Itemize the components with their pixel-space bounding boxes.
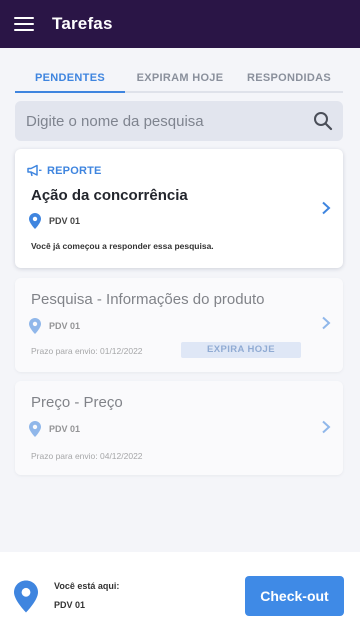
- app-bar: Tarefas: [0, 0, 360, 48]
- tab-respondidas[interactable]: RESPONDIDAS: [235, 48, 343, 91]
- survey-title: Pesquisa - Informações do produto: [31, 291, 265, 308]
- tab-pendentes[interactable]: PENDENTES: [15, 48, 125, 93]
- tag-label: REPORTE: [47, 164, 102, 177]
- store-label: PDV 01: [49, 321, 81, 331]
- checkout-footer: Você está aqui: PDV 01 Check-out: [0, 552, 360, 640]
- page-title: Tarefas: [52, 14, 113, 33]
- expires-today-badge: EXPIRA HOJE: [181, 342, 301, 358]
- survey-title: Ação da concorrência: [31, 187, 188, 204]
- chevron-right-icon: [322, 201, 331, 215]
- checkout-button[interactable]: Check-out: [245, 576, 344, 616]
- location-pin-icon: [29, 318, 41, 334]
- deadline-text: Prazo para envio: 01/12/2022: [31, 346, 143, 356]
- progress-note: Você já começou a responder essa pesquis…: [31, 241, 214, 251]
- store-label: PDV 01: [49, 216, 81, 226]
- tab-expiram-hoje[interactable]: EXPIRAM HOJE: [125, 48, 235, 91]
- chevron-right-icon: [322, 420, 331, 434]
- store-location: PDV 01: [29, 421, 80, 437]
- survey-card-preco[interactable]: Preço - Preço PDV 01 Prazo para envio: 0…: [15, 381, 343, 475]
- location-pin-icon: [29, 213, 41, 229]
- store-label: PDV 01: [49, 424, 81, 434]
- store-location: PDV 01: [29, 318, 80, 334]
- megaphone-icon: [27, 164, 42, 177]
- survey-card-informacoes-produto[interactable]: Pesquisa - Informações do produto PDV 01…: [15, 278, 343, 372]
- search-icon[interactable]: [313, 111, 333, 131]
- chevron-right-icon: [322, 316, 331, 330]
- deadline-text: Prazo para envio: 04/12/2022: [31, 451, 143, 461]
- location-pin-icon: [29, 421, 41, 437]
- report-tag: REPORTE: [27, 164, 102, 177]
- tab-bar: PENDENTES EXPIRAM HOJE RESPONDIDAS: [15, 48, 343, 93]
- survey-card-acao-concorrencia[interactable]: REPORTE Ação da concorrência PDV 01 Você…: [15, 149, 343, 268]
- survey-title: Preço - Preço: [31, 394, 123, 411]
- current-location-label: Você está aqui:: [54, 581, 120, 591]
- store-location: PDV 01: [29, 213, 80, 229]
- current-location-value: PDV 01: [54, 600, 86, 610]
- search-input[interactable]: [15, 112, 295, 130]
- hamburger-menu-icon[interactable]: [14, 17, 34, 31]
- location-pin-icon: [14, 580, 38, 613]
- search-bar: [15, 101, 343, 141]
